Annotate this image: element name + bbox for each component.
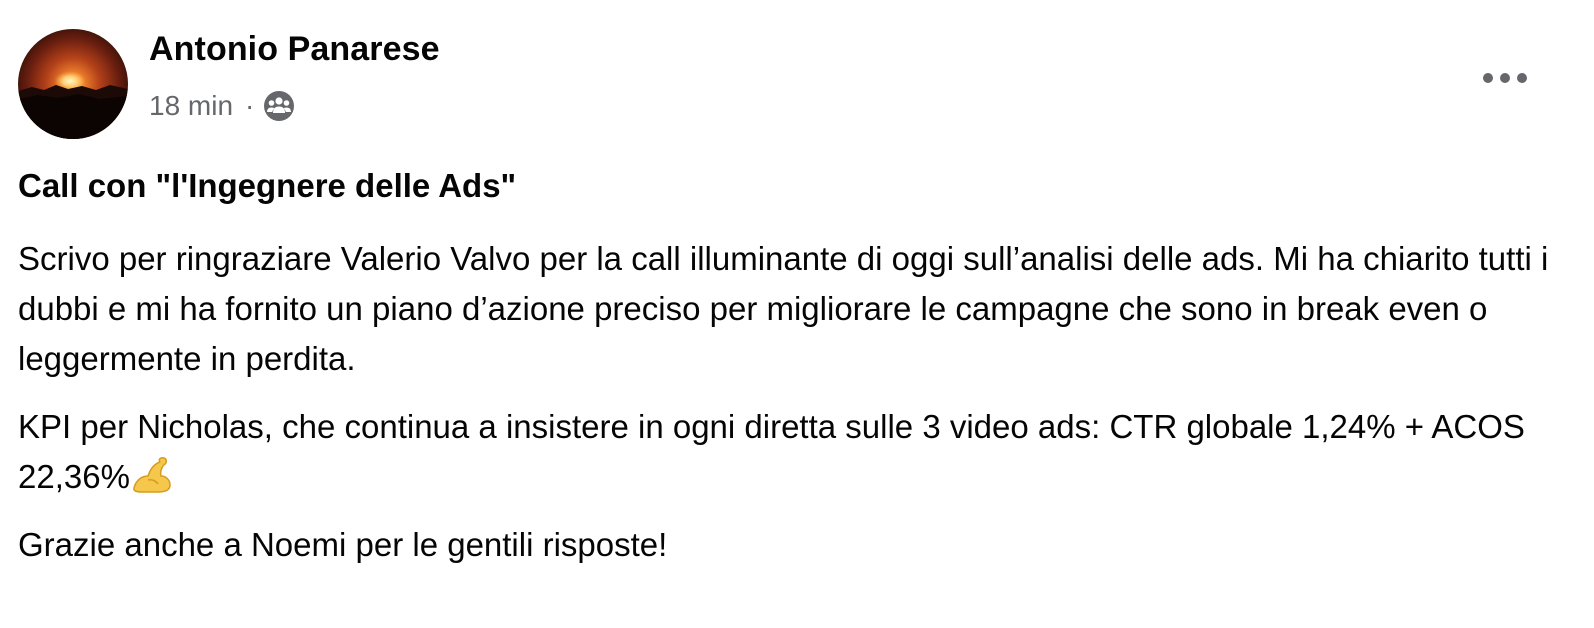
post-body: Call con "l'Ingegnere delle Ads" Scrivo … bbox=[18, 160, 1558, 570]
group-icon[interactable] bbox=[262, 89, 296, 123]
facebook-post: Antonio Panarese 18 min · Call con "l'In… bbox=[0, 0, 1594, 628]
post-paragraph-3: Grazie anche a Noemi per le gentili risp… bbox=[18, 526, 668, 563]
post-paragraph-1: Scrivo per ringraziare Valerio Valvo per… bbox=[18, 240, 1549, 377]
author-name[interactable]: Antonio Panarese bbox=[149, 30, 440, 69]
post-title: Call con "l'Ingegnere delle Ads" bbox=[18, 167, 517, 204]
post-paragraph-2: KPI per Nicholas, che continua a insiste… bbox=[18, 402, 1558, 502]
more-options-button[interactable] bbox=[1474, 58, 1536, 98]
flexed-biceps-emoji bbox=[130, 454, 176, 494]
meta-separator: · bbox=[245, 90, 255, 121]
post-timestamp[interactable]: 18 min bbox=[149, 90, 233, 122]
post-meta: 18 min · bbox=[149, 86, 296, 126]
avatar[interactable] bbox=[18, 29, 128, 139]
more-options-icon bbox=[1483, 73, 1527, 83]
sunset-photo bbox=[18, 71, 128, 139]
post-paragraph-2-text: KPI per Nicholas, che continua a insiste… bbox=[18, 408, 1525, 495]
